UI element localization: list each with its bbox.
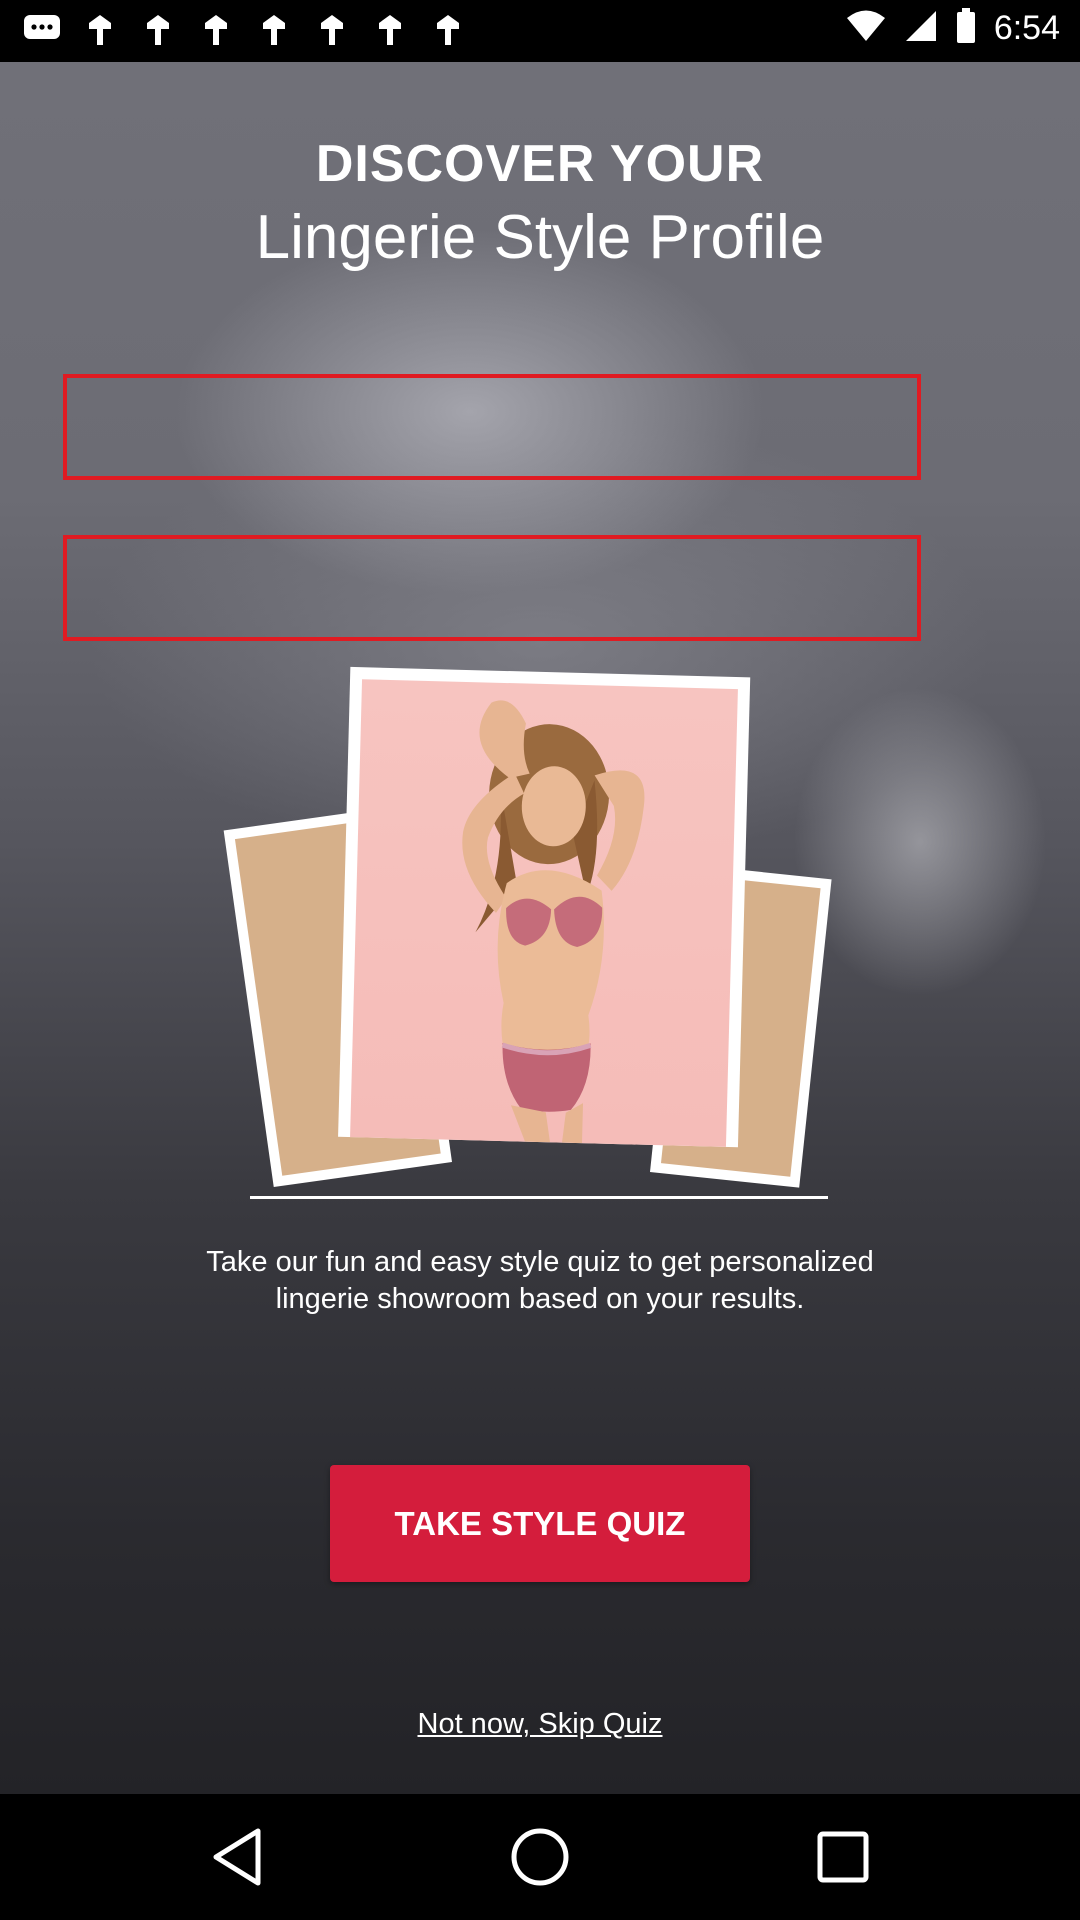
model-figure-image bbox=[462, 700, 645, 1144]
app-icon bbox=[196, 12, 236, 48]
photo-baseline-divider bbox=[250, 1196, 828, 1199]
app-icon bbox=[254, 12, 294, 48]
quiz-description: Take our fun and easy style quiz to get … bbox=[206, 1246, 874, 1315]
photo-card-front bbox=[338, 666, 751, 1148]
system-status: 6:54 bbox=[846, 8, 1060, 49]
battery-icon bbox=[956, 8, 976, 49]
status-time: 6:54 bbox=[993, 9, 1060, 47]
skip-quiz-link[interactable]: Not now, Skip Quiz bbox=[0, 1708, 1080, 1741]
app-icon bbox=[138, 12, 178, 48]
model-photo bbox=[350, 679, 738, 1147]
app-icon bbox=[312, 12, 352, 48]
status-bar: 6:54 bbox=[0, 0, 1080, 62]
input-field-2[interactable] bbox=[63, 535, 921, 641]
screen: 6:54 DISCOVER YOUR Lingerie Style Profil… bbox=[0, 0, 1080, 1920]
app-icon bbox=[80, 12, 120, 48]
page-title: DISCOVER YOUR bbox=[315, 135, 765, 193]
wifi-icon bbox=[846, 9, 886, 48]
notification-area bbox=[22, 12, 468, 48]
recent-apps-icon[interactable] bbox=[810, 1824, 876, 1890]
main-content: DISCOVER YOUR Lingerie Style Profile Tak… bbox=[0, 62, 1080, 1794]
back-icon[interactable] bbox=[204, 1824, 270, 1890]
chat-bubble-icon bbox=[22, 12, 62, 48]
take-style-quiz-button[interactable]: TAKE STYLE QUIZ bbox=[330, 1465, 750, 1582]
input-field-1[interactable] bbox=[63, 374, 921, 480]
page-subtitle: Lingerie Style Profile bbox=[255, 203, 825, 272]
signal-icon bbox=[904, 9, 938, 48]
hero-photo-stack bbox=[223, 662, 832, 1188]
navigation-bar bbox=[0, 1794, 1080, 1920]
app-icon bbox=[428, 12, 468, 48]
home-icon[interactable] bbox=[507, 1824, 573, 1890]
app-icon bbox=[370, 12, 410, 48]
